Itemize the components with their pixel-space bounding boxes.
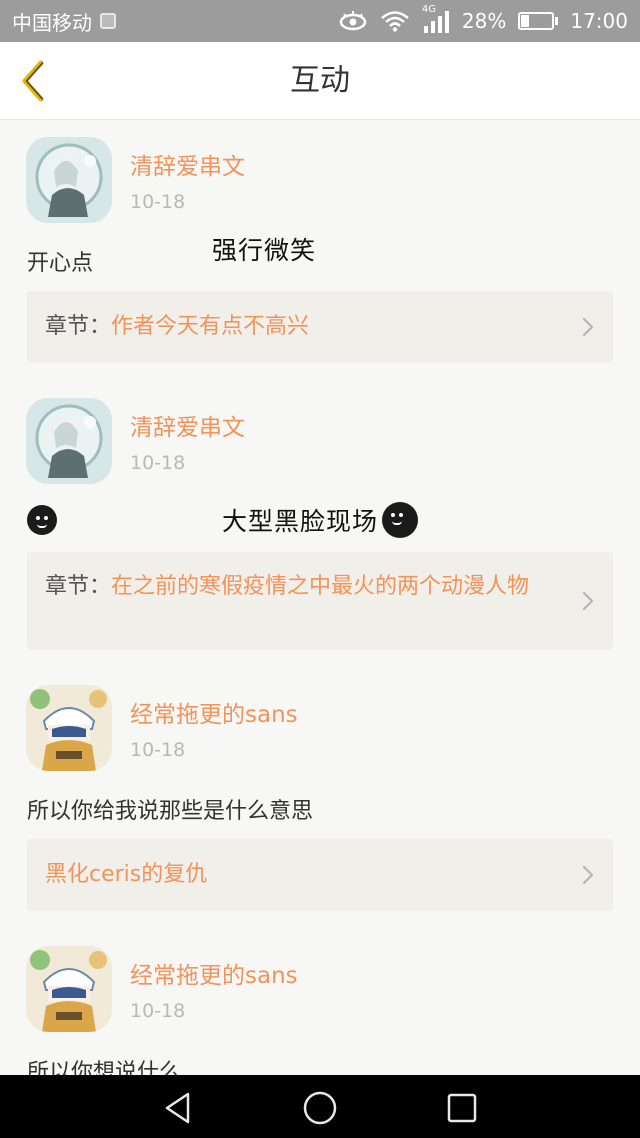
chapter-prefix: 章节： [45,574,112,599]
username[interactable]: 清辞爱串文 [130,147,245,181]
comment-text: 开心点 [27,251,94,276]
chevron-right-icon [582,865,594,885]
comment-text: 所以你给我说那些是什么意思 [27,799,314,824]
username[interactable]: 清辞爱串文 [130,408,245,442]
status-icons: 4G 28% 17:00 [338,4,628,34]
overlay-caption: 强行微笑 [212,236,317,265]
battery-percent: 28% [461,9,507,33]
comment-date: 10-18 [130,452,186,474]
chapter-name: 作者今天有点不高兴 [111,314,310,339]
interaction-list: 清辞爱串文 10-18 开心点 强行微笑 章节： 作者今天有点不高兴 清辞爱串文… [0,121,640,1075]
username[interactable]: 经常拖更的sans [130,695,298,729]
carrier-name: 中国移动 [12,10,92,35]
chevron-right-icon [582,317,594,337]
comment-date: 10-18 [130,1000,186,1022]
comment-emoji [27,505,57,535]
avatar[interactable] [26,398,112,484]
signal-icon: 4G [422,4,450,34]
comment-text: 所以你想说什么 [27,1060,182,1075]
circle-home-icon [303,1091,337,1125]
triangle-back-icon [165,1092,190,1124]
nav-back-button[interactable] [158,1088,198,1128]
overlay-caption-text: 大型黑脸现场 [222,507,379,536]
eye-comfort-icon [338,10,368,32]
dark-face-emoji-icon [382,502,419,538]
comment-date: 10-18 [130,191,186,213]
chapter-link[interactable]: 黑化ceris的复仇 [27,839,613,911]
overlay-caption: 大型黑脸现场 [222,502,419,538]
dark-face-emoji-icon [27,505,57,535]
nav-home-button[interactable] [300,1088,340,1128]
chapter-link[interactable]: 章节：在之前的寒假疫情之中最火的两个动漫人物 [27,552,613,650]
chevron-right-icon [582,591,594,611]
clock: 17:00 [570,9,628,33]
chapter-name: 黑化ceris的复仇 [45,862,208,887]
chapter-prefix: 章节： [45,314,112,339]
notification-icon [100,13,116,29]
system-navigation-bar [0,1075,640,1138]
username[interactable]: 经常拖更的sans [130,956,298,990]
chapter-link[interactable]: 章节： 作者今天有点不高兴 [27,291,613,363]
wifi-icon [380,10,410,32]
square-recents-icon [447,1093,477,1123]
status-bar: 中国移动 4G 28% 17:00 [0,0,640,42]
app-header: 互动 [0,42,640,120]
page-title: 互动 [290,63,350,98]
avatar[interactable] [26,685,112,771]
avatar[interactable] [26,946,112,1032]
avatar[interactable] [26,137,112,223]
nav-recents-button[interactable] [442,1088,482,1128]
network-type: 4G [421,4,437,15]
battery-icon [518,12,559,30]
chapter-name: 在之前的寒假疫情之中最火的两个动漫人物 [111,574,530,599]
comment-date: 10-18 [130,739,186,761]
